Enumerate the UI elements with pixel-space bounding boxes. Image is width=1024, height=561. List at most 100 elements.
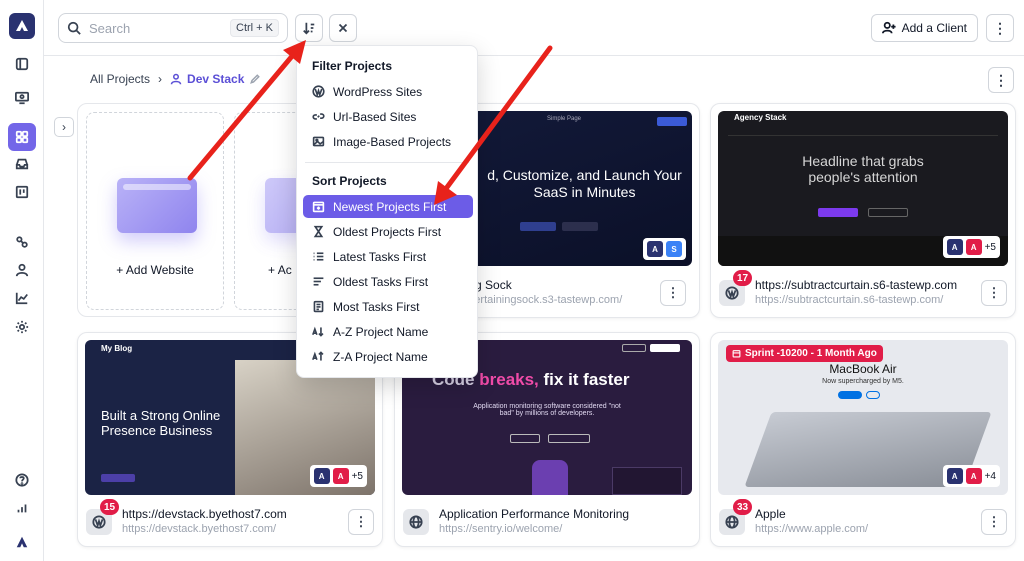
filter-image-based-projects[interactable]: Image-Based Projects xyxy=(303,130,473,153)
thumb-nav: Simple Page xyxy=(547,116,582,122)
thumb-brand: My Blog xyxy=(101,344,133,353)
menu-item-label: A-Z Project Name xyxy=(333,324,429,339)
close-icon xyxy=(338,23,348,33)
avatar: A xyxy=(946,468,963,484)
project-more-button[interactable]: ⋮ xyxy=(660,280,686,306)
project-more-button[interactable]: ⋮ xyxy=(981,280,1007,306)
calendar-icon xyxy=(732,350,741,358)
assignee-avatars: A A +5 xyxy=(309,465,367,487)
project-thumbnail[interactable]: Agency Stack Headline that grabs people'… xyxy=(718,111,1008,266)
thumb-cta xyxy=(657,117,687,126)
project-more-button[interactable]: ⋮ xyxy=(981,509,1007,535)
projects-grid-icon[interactable] xyxy=(8,123,36,151)
more-assignees-count: +4 xyxy=(984,470,996,482)
search-box[interactable]: Search Ctrl + K xyxy=(58,13,288,43)
project-url[interactable]: https://subtractcurtain.s6-tastewp.com/ xyxy=(755,294,943,306)
sort-oldest-tasks-first[interactable]: Oldest Tasks First xyxy=(303,270,473,293)
main-more-button[interactable]: ⋮ xyxy=(988,67,1014,93)
project-title[interactable]: Apple xyxy=(755,507,786,521)
project-title[interactable]: https://subtractcurtain.s6-tastewp.com xyxy=(755,278,957,292)
card-footer: Application Performance Monitoring https… xyxy=(403,503,691,541)
add-user-icon xyxy=(881,21,896,34)
breadcrumb-current-label: Dev Stack xyxy=(187,72,245,86)
assignee-avatars: A S xyxy=(643,238,686,260)
breadcrumb-root[interactable]: All Projects xyxy=(90,72,150,86)
avatar: A xyxy=(647,241,663,257)
globe-icon xyxy=(403,509,429,535)
clear-button[interactable] xyxy=(329,14,357,42)
kanban-icon[interactable] xyxy=(10,180,34,204)
sprint-badge[interactable]: Sprint -10200 - 1 Month Ago xyxy=(726,345,883,362)
menu-item-label: Most Tasks First xyxy=(333,299,420,314)
inbox-icon[interactable] xyxy=(10,152,34,176)
add-website-card[interactable]: + Add Website xyxy=(86,112,224,310)
user-icon[interactable] xyxy=(10,258,34,282)
project-thumbnail[interactable]: Sprint -10200 - 1 Month Ago MacBook Air … xyxy=(718,340,1008,495)
panel-toggle-icon[interactable] xyxy=(10,52,34,76)
mascot-illustration xyxy=(532,460,568,495)
menu-item-label: WordPress Sites xyxy=(333,84,423,99)
task-list-icon xyxy=(313,300,324,313)
analytics-icon[interactable] xyxy=(10,286,34,310)
filter-wordpress-sites[interactable]: WordPress Sites xyxy=(303,80,473,103)
sidebar xyxy=(0,0,44,561)
edit-pencil-icon[interactable] xyxy=(249,73,261,85)
project-more-button[interactable]: ⋮ xyxy=(348,509,374,535)
website-folder-illustration xyxy=(117,178,197,233)
hourglass-icon xyxy=(313,225,324,238)
sort-section-title: Sort Projects xyxy=(312,174,387,188)
thumb-headline: Built a Strong Online Presence Business xyxy=(101,408,221,438)
add-client-label: Add a Client xyxy=(901,21,967,35)
sort-az-project-name[interactable]: A-Z Project Name xyxy=(303,320,473,343)
integrations-icon[interactable] xyxy=(10,230,34,254)
thumb-brand: Agency Stack xyxy=(734,113,787,122)
more-assignees-count: +5 xyxy=(984,241,996,253)
breadcrumb-current[interactable]: Dev Stack xyxy=(170,72,261,86)
avatar: A xyxy=(965,239,982,255)
sort-icon xyxy=(303,22,315,35)
brand-mark-icon[interactable] xyxy=(10,530,34,554)
search-input[interactable]: Search xyxy=(89,21,230,36)
thumb-subtitle: Application monitoring software consider… xyxy=(473,403,621,417)
expand-sidebar-button[interactable]: › xyxy=(54,117,74,137)
settings-gear-icon[interactable] xyxy=(10,315,34,339)
thumb-headline: d, Customize, and Launch Your SaaS in Mi… xyxy=(487,167,682,200)
sort-button[interactable] xyxy=(295,14,323,42)
menu-item-label: Latest Tasks First xyxy=(333,249,427,264)
help-icon[interactable] xyxy=(10,468,34,492)
sort-latest-tasks-first[interactable]: Latest Tasks First xyxy=(303,245,473,268)
sort-za-project-name[interactable]: Z-A Project Name xyxy=(303,345,473,368)
task-count-badge: 33 xyxy=(733,499,753,515)
sort-lines-icon xyxy=(313,277,324,286)
add-client-button[interactable]: Add a Client xyxy=(870,14,978,42)
project-title[interactable]: Application Performance Monitoring xyxy=(439,507,629,521)
project-url[interactable]: https://sentry.io/welcome/ xyxy=(439,523,562,535)
project-url[interactable]: entertainingsock.s3-tastewp.com/ xyxy=(459,294,622,306)
filter-url-based-sites[interactable]: Url-Based Sites xyxy=(303,105,473,128)
sort-za-icon xyxy=(312,351,324,361)
topbar-more-button[interactable]: ⋮ xyxy=(986,14,1014,42)
monitor-settings-icon[interactable] xyxy=(10,86,34,110)
signal-bars-icon[interactable] xyxy=(10,496,34,520)
card-footer: 17 https://subtractcurtain.s6-tastewp.co… xyxy=(719,270,1007,312)
breadcrumb: All Projects › Dev Stack xyxy=(90,72,261,86)
project-url[interactable]: https://www.apple.com/ xyxy=(755,523,868,535)
avatar: A xyxy=(946,239,963,255)
sort-newest-first[interactable]: Newest Projects First xyxy=(303,195,473,218)
search-icon xyxy=(67,21,81,35)
task-count-badge: 15 xyxy=(100,499,120,515)
project-card[interactable]: Agency Stack Headline that grabs people'… xyxy=(710,103,1016,318)
add-website-label: + Add Website xyxy=(116,263,194,277)
project-title[interactable]: https://devstack.byethost7.com xyxy=(122,507,287,521)
thumb-headline: MacBook Air xyxy=(829,362,897,376)
app-logo[interactable] xyxy=(9,13,35,39)
sort-most-tasks-first[interactable]: Most Tasks First xyxy=(303,295,473,318)
menu-item-label: Url-Based Sites xyxy=(333,109,417,124)
project-url[interactable]: https://devstack.byethost7.com/ xyxy=(122,523,276,535)
wordpress-icon xyxy=(312,85,325,98)
sort-oldest-first[interactable]: Oldest Projects First xyxy=(303,220,473,243)
project-card[interactable]: Sprint -10200 - 1 Month Ago MacBook Air … xyxy=(710,332,1016,547)
thumb-headline: Headline that grabs people's attention xyxy=(802,153,924,185)
more-assignees-count: +5 xyxy=(351,470,363,482)
card-footer: 15 https://devstack.byethost7.com https:… xyxy=(86,499,374,541)
